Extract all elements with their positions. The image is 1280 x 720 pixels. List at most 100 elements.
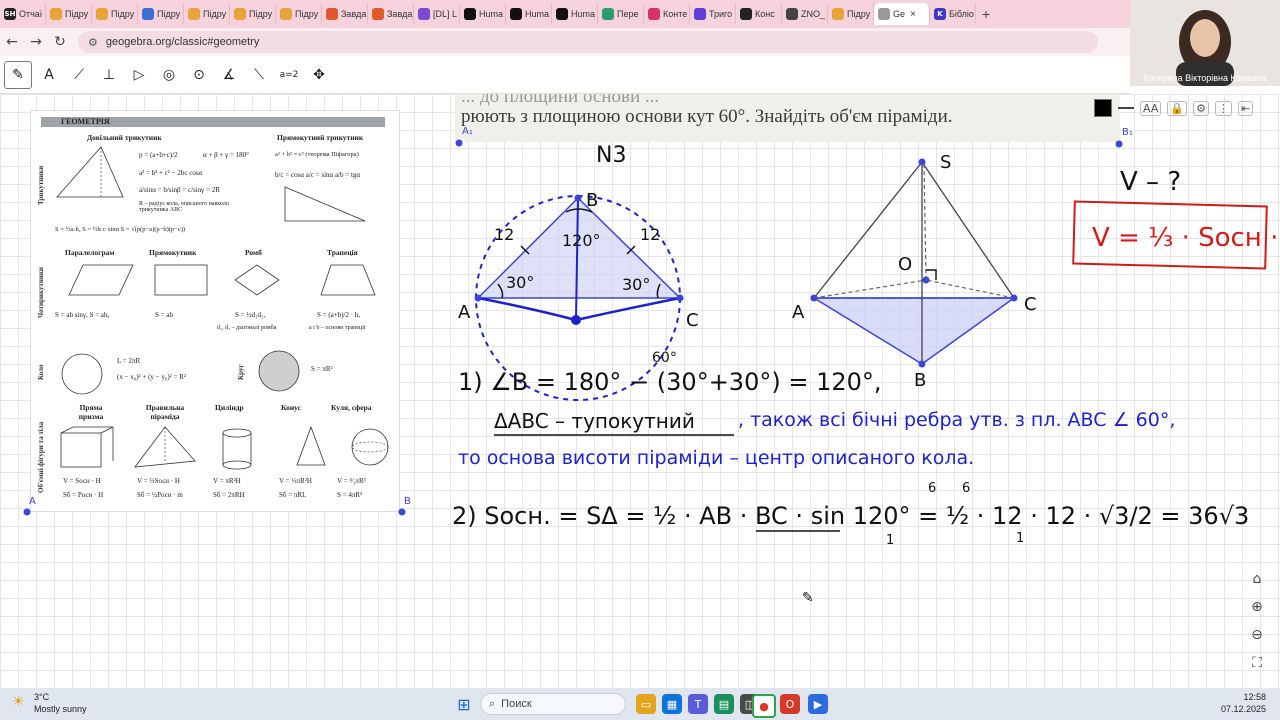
browser-tab[interactable]: Підру: [828, 3, 874, 25]
point-a-pyramid[interactable]: [810, 294, 818, 302]
angle-tool-icon[interactable]: ∡: [216, 62, 242, 88]
teams-icon[interactable]: T: [688, 694, 708, 714]
browser-tab[interactable]: ZNO_: [782, 3, 828, 25]
browser-tab[interactable]: Підру: [230, 3, 276, 25]
browser-tab[interactable]: Завда: [368, 3, 414, 25]
taskbar-search-box[interactable]: ⌕ Поиск: [480, 693, 626, 715]
label-b1: B₁: [1122, 127, 1133, 138]
tab-favicon-icon: [188, 8, 200, 20]
zoom-out-icon[interactable]: ⊖: [1244, 622, 1270, 648]
browser-tab[interactable]: Huma: [460, 3, 506, 25]
label-angle-c: 30°: [622, 275, 650, 294]
point-s[interactable]: [918, 158, 926, 166]
file-explorer-icon[interactable]: ▭: [636, 694, 656, 714]
tab-label: Huma: [571, 9, 596, 19]
browser-tab[interactable]: Пере: [598, 3, 644, 25]
label-a1: A₁: [462, 126, 473, 137]
point-a-left[interactable]: [474, 294, 482, 302]
line-tool-icon[interactable]: ⟋: [66, 62, 92, 88]
tab-label: Підру: [203, 9, 227, 19]
height-so: [923, 161, 927, 281]
point-b-ref[interactable]: [398, 508, 406, 516]
point-c-pyramid[interactable]: [1010, 294, 1018, 302]
point-b-top[interactable]: [574, 194, 582, 202]
chrome-icon[interactable]: ●: [752, 694, 776, 718]
browser-tab[interactable]: Підру: [138, 3, 184, 25]
tab-label: ZNO_: [801, 9, 826, 19]
point-o[interactable]: [922, 276, 930, 284]
browser-tab[interactable]: SH Отчаі: [0, 3, 46, 25]
url-field[interactable]: ⚙ geogebra.org/classic#geometry: [78, 31, 1098, 53]
label-angle-60: 60°: [652, 350, 677, 366]
circumcenter-point: [571, 315, 581, 325]
zoom-in-icon[interactable]: ⊕: [1244, 594, 1270, 620]
point-a1[interactable]: [455, 139, 463, 147]
step1-line1: 1) ∠B = 180° − (30°+30°) = 120°,: [458, 368, 882, 396]
browser-tab[interactable]: Завда: [322, 3, 368, 25]
app-icon-green[interactable]: ▤: [714, 694, 734, 714]
step2-line: 2) Sосн. = SΔ = ½ · AB · BC · sin 120° =…: [452, 502, 1249, 530]
browser-tab[interactable]: Huma: [506, 3, 552, 25]
slider-tool-icon[interactable]: a=2: [276, 62, 302, 88]
point-c-right[interactable]: [676, 294, 684, 302]
url-text: geogebra.org/classic#geometry: [105, 36, 260, 48]
browser-tab[interactable]: Huma: [552, 3, 598, 25]
cancel-1-second: 1: [1016, 531, 1024, 546]
browser-tab[interactable]: Ge ×: [874, 3, 930, 25]
tab-label: Триго: [709, 9, 733, 19]
problem-number: N3: [596, 143, 626, 168]
browser-tab[interactable]: Підру: [276, 3, 322, 25]
new-tab-icon[interactable]: +: [976, 6, 996, 22]
browser-tab[interactable]: Триго: [690, 3, 736, 25]
reflect-tool-icon[interactable]: ⟍: [246, 62, 272, 88]
perpendicular-tool-icon[interactable]: ⊥: [96, 62, 122, 88]
point-a-ref[interactable]: [23, 508, 31, 516]
tab-label: Ge: [893, 9, 906, 19]
circle-points-tool-icon[interactable]: ⊙: [186, 62, 212, 88]
label-side-ab: 12: [494, 225, 514, 244]
tab-favicon-icon: [602, 8, 614, 20]
reload-icon[interactable]: ↻: [48, 34, 72, 50]
search-icon: ⌕: [489, 697, 496, 710]
zoom-app-icon[interactable]: ▶: [808, 694, 828, 714]
tab-favicon-icon: [418, 8, 430, 20]
home-icon[interactable]: ⌂: [1244, 566, 1270, 592]
browser-tab[interactable]: Підру: [92, 3, 138, 25]
point-tool-icon[interactable]: A: [36, 62, 62, 88]
windows-taskbar: ☀ 3°C Mostly sunny ⊞ ⌕ Поиск ▭ ▦ T ▤ ◫ ●…: [0, 688, 1280, 720]
back-icon[interactable]: ←: [0, 34, 24, 50]
browser-tab[interactable]: Конте: [644, 3, 690, 25]
tab-label: Huma: [479, 9, 504, 19]
store-icon[interactable]: ▦: [662, 694, 682, 714]
browser-tab[interactable]: Конс: [736, 3, 782, 25]
point-b1[interactable]: [1115, 140, 1123, 148]
step1-blue-line-a: , також всі бічні ребра утв. з пл. ABC ∠…: [738, 409, 1175, 431]
site-settings-icon[interactable]: ⚙: [88, 36, 98, 49]
label-side-bc: 12: [640, 225, 660, 244]
browser-tab[interactable]: [DL] L: [414, 3, 460, 25]
step1-line2: ΔABC – тупокутний: [494, 409, 695, 433]
opera-icon[interactable]: O: [780, 694, 800, 714]
pen-tool-icon[interactable]: ✎: [4, 60, 32, 89]
close-tab-icon[interactable]: ×: [910, 9, 916, 20]
circle-tool-icon[interactable]: ◎: [156, 62, 182, 88]
label-a-triangle: A: [458, 302, 471, 323]
browser-tab[interactable]: Підру: [46, 3, 92, 25]
windows-start-icon[interactable]: ⊞: [454, 694, 474, 714]
volume-formula: V = ⅓ · Sосн · h: [1092, 223, 1280, 253]
fullscreen-icon[interactable]: ⛶: [1244, 650, 1270, 676]
tab-label: Підру: [111, 9, 135, 19]
label-angle-a: 30°: [506, 273, 534, 292]
forward-icon[interactable]: →: [24, 34, 48, 50]
browser-tab[interactable]: K Бібліо: [930, 3, 976, 25]
clock-date: 07.12.2025: [1220, 704, 1266, 714]
label-s: S: [940, 152, 951, 173]
webcam-overlay: Катерина Вікторівна Ковязіна: [1130, 0, 1280, 86]
browser-tab[interactable]: Підру: [184, 3, 230, 25]
tab-favicon-icon: [878, 8, 890, 20]
question-text: V – ?: [1120, 167, 1181, 197]
move-view-tool-icon[interactable]: ✥: [306, 62, 332, 88]
point-b-pyramid[interactable]: [918, 360, 926, 368]
segment-ao: [813, 279, 927, 299]
polygon-tool-icon[interactable]: ▷: [126, 62, 152, 88]
